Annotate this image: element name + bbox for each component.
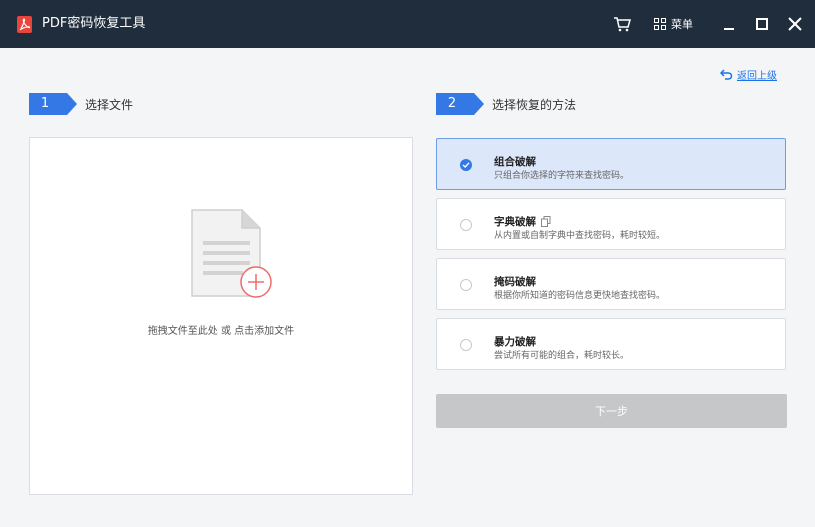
menu-button[interactable]: 菜单 xyxy=(654,14,693,34)
method-title: 组合破解 xyxy=(494,156,536,168)
minimize-button[interactable] xyxy=(719,14,739,34)
method-description: 从内置或自制字典中查找密码，耗时较短。 xyxy=(494,231,666,241)
method-description: 尝试所有可能的组合，耗时较长。 xyxy=(494,351,630,361)
radio-unchecked-icon xyxy=(460,279,472,291)
method-option-combination[interactable]: 组合破解 只组合你选择的字符来查找密码。 xyxy=(436,138,786,190)
step-label: 选择恢复的方法 xyxy=(492,97,577,112)
next-step-button[interactable]: 下一步 xyxy=(436,394,787,428)
back-link[interactable]: 返回上级 xyxy=(720,67,777,82)
method-description: 根据你所知道的密码信息更快地查找密码。 xyxy=(494,291,666,301)
step-number-badge: 2 xyxy=(436,93,484,115)
radio-checked-icon xyxy=(460,159,472,171)
cart-icon[interactable] xyxy=(612,15,632,33)
dictionary-file-icon[interactable] xyxy=(541,216,551,227)
file-drop-zone[interactable]: 拖拽文件至此处 或 点击添加文件 xyxy=(29,137,413,495)
method-title: 掩码破解 xyxy=(494,276,536,288)
radio-unchecked-icon xyxy=(460,339,472,351)
step-number-badge: 1 xyxy=(29,93,77,115)
pdf-logo-icon xyxy=(17,16,32,33)
drop-zone-hint: 拖拽文件至此处 或 点击添加文件 xyxy=(147,326,295,337)
back-link-label: 返回上级 xyxy=(737,71,777,82)
step-select-method: 2 选择恢复的方法 xyxy=(436,93,576,115)
undo-arrow-icon xyxy=(720,69,733,80)
menu-label: 菜单 xyxy=(671,18,693,31)
close-icon xyxy=(788,17,802,31)
step-label: 选择文件 xyxy=(85,97,134,112)
method-description: 只组合你选择的字符来查找密码。 xyxy=(494,171,630,181)
close-button[interactable] xyxy=(785,14,805,34)
method-option-dictionary[interactable]: 字典破解 从内置或自制字典中查找密码，耗时较短。 xyxy=(436,198,786,250)
app-title: PDF密码恢复工具 xyxy=(42,16,146,31)
method-option-mask[interactable]: 掩码破解 根据你所知道的密码信息更快地查找密码。 xyxy=(436,258,786,310)
step-select-file: 1 选择文件 xyxy=(29,93,133,115)
maximize-button[interactable] xyxy=(752,14,772,34)
method-title: 暴力破解 xyxy=(494,336,536,348)
add-file-icon xyxy=(191,209,272,298)
method-option-brute-force[interactable]: 暴力破解 尝试所有可能的组合，耗时较长。 xyxy=(436,318,786,370)
method-title: 字典破解 xyxy=(494,214,551,229)
radio-unchecked-icon xyxy=(460,219,472,231)
maximize-icon xyxy=(756,18,768,30)
grid-icon xyxy=(654,18,666,30)
title-bar: PDF密码恢复工具 菜单 xyxy=(0,0,815,48)
minimize-icon xyxy=(724,28,734,30)
